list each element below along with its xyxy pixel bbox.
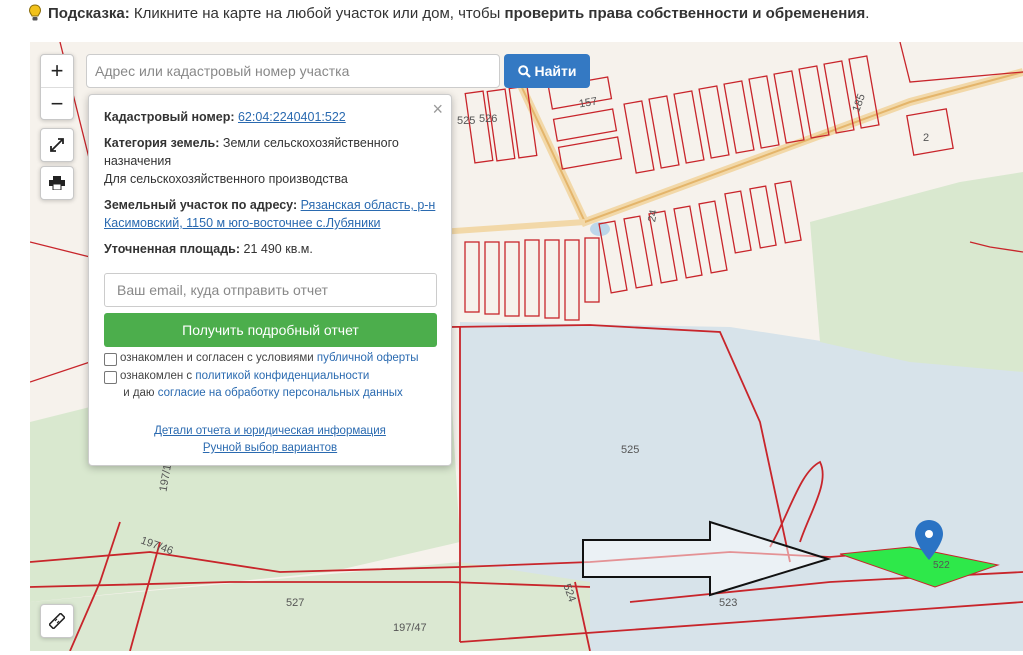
consent1-text: ознакомлен и согласен с условиями xyxy=(120,352,317,364)
offer-checkbox[interactable] xyxy=(104,353,117,366)
cadastral-map[interactable]: 157 185 2 525 526 24 525 522 523 524 527… xyxy=(30,42,1023,651)
category-row: Категория земель: Земли сельскохозяйстве… xyxy=(104,134,437,170)
consent2-text: ознакомлен с xyxy=(120,370,196,382)
map-label: 197/47 xyxy=(393,622,427,634)
privacy-consent-text: ознакомлен с политикой конфиденциальност… xyxy=(120,368,437,402)
personal-data-link[interactable]: согласие на обработку персональных данны… xyxy=(158,387,403,399)
parcel-info-popup: × Кадастровый номер: 62:04:2240401:522 К… xyxy=(88,94,452,466)
area-label: Уточненная площадь: xyxy=(104,242,241,256)
cadastral-row: Кадастровый номер: 62:04:2240401:522 xyxy=(104,108,437,126)
manual-link-row: Ручной выбор вариантов xyxy=(89,442,451,454)
map-label: 24 xyxy=(646,208,661,224)
zoom-control: + − xyxy=(40,54,74,120)
map-label: 525 xyxy=(457,115,476,127)
ruler-button[interactable] xyxy=(40,604,74,638)
public-offer-link[interactable]: публичной оферты xyxy=(317,352,419,364)
search-button[interactable]: Найти xyxy=(504,54,590,88)
hint-label: Подсказка: xyxy=(48,4,130,22)
map-label: 2 xyxy=(923,132,930,144)
category-label: Категория земель: xyxy=(104,136,220,150)
address-label: Земельный участок по адресу: xyxy=(104,198,298,212)
map-label: 527 xyxy=(286,597,305,609)
hint-end: . xyxy=(865,4,870,22)
consent2-mid: и даю xyxy=(120,387,158,399)
area-value: 21 490 кв.м. xyxy=(243,242,313,256)
hint-text: Кликните на карте на любой участок или д… xyxy=(129,4,505,22)
offer-consent-text: ознакомлен и согласен с условиями публич… xyxy=(120,350,437,367)
email-field[interactable] xyxy=(104,273,437,307)
map-label: 526 xyxy=(479,113,498,125)
cadastral-number-link[interactable]: 62:04:2240401:522 xyxy=(238,110,346,124)
privacy-checkbox[interactable] xyxy=(104,371,117,384)
map-label: 525 xyxy=(621,444,640,456)
zoom-in-button[interactable]: + xyxy=(41,55,73,87)
search-icon xyxy=(517,64,531,78)
manual-choice-link[interactable]: Ручной выбор вариантов xyxy=(203,442,337,454)
printer-icon xyxy=(49,176,65,190)
ruler-icon xyxy=(49,613,65,629)
print-button[interactable] xyxy=(40,166,74,200)
zoom-out-button[interactable]: − xyxy=(41,87,73,120)
report-details-link[interactable]: Детали отчета и юридическая информация xyxy=(154,425,386,437)
usage-text: Для сельскохозяйственного производства xyxy=(104,172,348,186)
map-label: 523 xyxy=(719,597,738,609)
address-row: Земельный участок по адресу: Рязанская о… xyxy=(104,196,437,232)
fullscreen-button[interactable] xyxy=(40,128,74,162)
search-input[interactable] xyxy=(86,54,500,88)
details-link-row: Детали отчета и юридическая информация xyxy=(89,425,451,437)
search-button-label: Найти xyxy=(534,63,577,79)
lightbulb-icon xyxy=(28,4,42,21)
area-row: Уточненная площадь: 21 490 кв.м. xyxy=(104,240,437,258)
hint-bar: Подсказка: Кликните на карте на любой уч… xyxy=(28,2,869,24)
hint-strong: проверить права собственности и обремене… xyxy=(504,4,866,22)
get-report-button[interactable]: Получить подробный отчет xyxy=(104,313,437,347)
expand-icon xyxy=(50,138,64,152)
cadastral-label: Кадастровый номер: xyxy=(104,110,235,124)
privacy-policy-link[interactable]: политикой конфиденциальности xyxy=(195,370,369,382)
map-label: 522 xyxy=(933,560,950,571)
